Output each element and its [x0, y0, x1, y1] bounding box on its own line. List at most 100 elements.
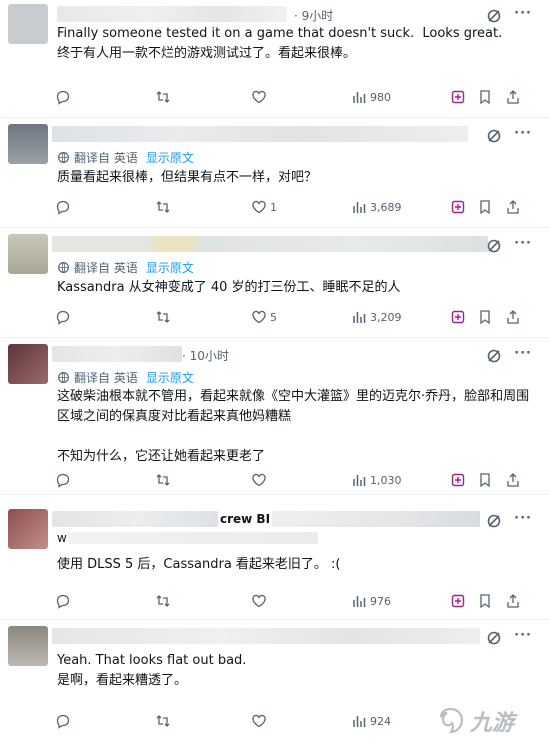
- like-icon: [252, 200, 266, 214]
- repost-button[interactable]: [155, 198, 174, 216]
- grok-icon[interactable]: [486, 348, 502, 364]
- views-button[interactable]: 924: [351, 712, 391, 730]
- avatar[interactable]: [8, 124, 48, 164]
- username-blurred[interactable]: [52, 511, 218, 527]
- reply-icon: [56, 200, 70, 215]
- views-button[interactable]: 1,030: [351, 471, 402, 489]
- show-original-link[interactable]: 显示原文: [146, 149, 194, 166]
- more-icon[interactable]: ···: [514, 346, 532, 361]
- more-icon[interactable]: ···: [514, 511, 532, 526]
- more-icon[interactable]: ···: [514, 126, 532, 141]
- reply-button[interactable]: [55, 592, 74, 610]
- username-blurred[interactable]: [52, 236, 488, 252]
- post-timestamp[interactable]: · 9小时: [294, 7, 333, 24]
- grok-analyze-button[interactable]: [450, 592, 466, 610]
- post-text: 使用 DLSS 5 后，Cassandra 看起来老旧了。 :(: [57, 557, 341, 572]
- bookmark-button[interactable]: [477, 471, 493, 489]
- grok-analyze-button[interactable]: [450, 198, 466, 216]
- like-button[interactable]: [251, 471, 270, 489]
- post[interactable]: ··· Yeah. That looks flat out bad. 是啊，看起…: [0, 620, 550, 743]
- translate-icon: [58, 152, 69, 163]
- grok-icon: [451, 310, 465, 324]
- username-blurred[interactable]: [52, 126, 468, 142]
- grok-icon[interactable]: [486, 513, 502, 529]
- bookmark-button[interactable]: [477, 308, 493, 326]
- grok-analyze-button[interactable]: [450, 88, 466, 106]
- share-button[interactable]: [505, 592, 521, 610]
- like-icon: [252, 90, 266, 104]
- post[interactable]: ··· 翻译自 英语 显示原文 质量看起来很棒，但结果有点不一样，对吧？ 1 3…: [0, 118, 550, 228]
- post[interactable]: ··· 翻译自 英语 显示原文 Kassandra 从女神变成了 40 岁的打三…: [0, 228, 550, 338]
- share-icon: [507, 200, 519, 214]
- grok-analyze-button[interactable]: [450, 308, 466, 326]
- post[interactable]: crew BI ··· w 使用 DLSS 5 后，Cassandra 看起来老…: [0, 495, 550, 620]
- like-button[interactable]: 1: [251, 198, 277, 216]
- avatar[interactable]: [8, 234, 48, 274]
- like-button[interactable]: 5: [251, 308, 277, 326]
- show-original-link[interactable]: 显示原文: [146, 369, 194, 386]
- views-button[interactable]: 3,689: [351, 198, 402, 216]
- like-button[interactable]: [251, 592, 270, 610]
- show-original-link[interactable]: 显示原文: [146, 259, 194, 276]
- repost-button[interactable]: [155, 471, 174, 489]
- views-icon: [353, 596, 366, 607]
- bookmark-button[interactable]: [477, 592, 493, 610]
- repost-button[interactable]: [155, 308, 174, 326]
- avatar[interactable]: [8, 344, 48, 384]
- more-icon[interactable]: ···: [514, 6, 532, 21]
- grok-icon[interactable]: [486, 8, 502, 24]
- handle-blurred[interactable]: [272, 511, 480, 527]
- more-icon[interactable]: ···: [514, 236, 532, 251]
- bookmark-icon: [480, 473, 490, 488]
- post-actions: 5 3,209: [55, 308, 525, 326]
- username-blurred[interactable]: [52, 628, 480, 644]
- post[interactable]: · 10小时 ··· 翻译自 英语 显示原文 这破柴油根本就不管用，看起来就像《…: [0, 338, 550, 495]
- display-name-fragment[interactable]: crew BI: [220, 512, 270, 526]
- repost-button[interactable]: [155, 592, 174, 610]
- share-button[interactable]: [505, 308, 521, 326]
- handle-blurred[interactable]: [68, 532, 318, 544]
- grok-analyze-button[interactable]: [450, 471, 466, 489]
- views-icon: [353, 475, 366, 486]
- grok-icon[interactable]: [486, 238, 502, 254]
- share-button[interactable]: [505, 88, 521, 106]
- reply-button[interactable]: [55, 471, 74, 489]
- bookmark-icon: [480, 310, 490, 325]
- avatar[interactable]: [8, 4, 48, 44]
- like-button[interactable]: [251, 88, 270, 106]
- post[interactable]: · 9小时 ··· Finally someone tested it on a…: [0, 0, 550, 118]
- reply-button[interactable]: [55, 198, 74, 216]
- grok-icon: [451, 594, 465, 608]
- bookmark-button[interactable]: [477, 88, 493, 106]
- avatar[interactable]: [8, 509, 48, 549]
- reply-button[interactable]: [55, 308, 74, 326]
- grok-icon[interactable]: [486, 630, 502, 646]
- repost-button[interactable]: [155, 712, 174, 730]
- bookmark-button[interactable]: [477, 198, 493, 216]
- repost-icon: [156, 595, 170, 607]
- username-blurred[interactable]: [52, 346, 182, 362]
- repost-button[interactable]: [155, 88, 174, 106]
- share-button[interactable]: [505, 471, 521, 489]
- avatar[interactable]: [8, 626, 48, 666]
- translation-note: 翻译自 英语 显示原文: [57, 369, 194, 386]
- reply-icon: [56, 90, 70, 105]
- views-button[interactable]: 976: [351, 592, 391, 610]
- reply-button[interactable]: [55, 712, 74, 730]
- more-icon[interactable]: ···: [514, 628, 532, 643]
- reply-icon: [56, 594, 70, 609]
- username-blurred[interactable]: [57, 6, 287, 22]
- repost-icon: [156, 474, 170, 486]
- views-button[interactable]: 980: [351, 88, 391, 106]
- grok-icon: [451, 200, 465, 214]
- post-actions: 976: [55, 592, 525, 610]
- handle-fragment[interactable]: w: [57, 531, 67, 545]
- views-icon: [353, 716, 366, 727]
- post-timestamp[interactable]: · 10小时: [182, 347, 229, 364]
- like-button[interactable]: [251, 712, 270, 730]
- share-button[interactable]: [505, 198, 521, 216]
- like-icon: [252, 714, 266, 728]
- reply-button[interactable]: [55, 88, 74, 106]
- grok-icon[interactable]: [486, 128, 502, 144]
- views-button[interactable]: 3,209: [351, 308, 402, 326]
